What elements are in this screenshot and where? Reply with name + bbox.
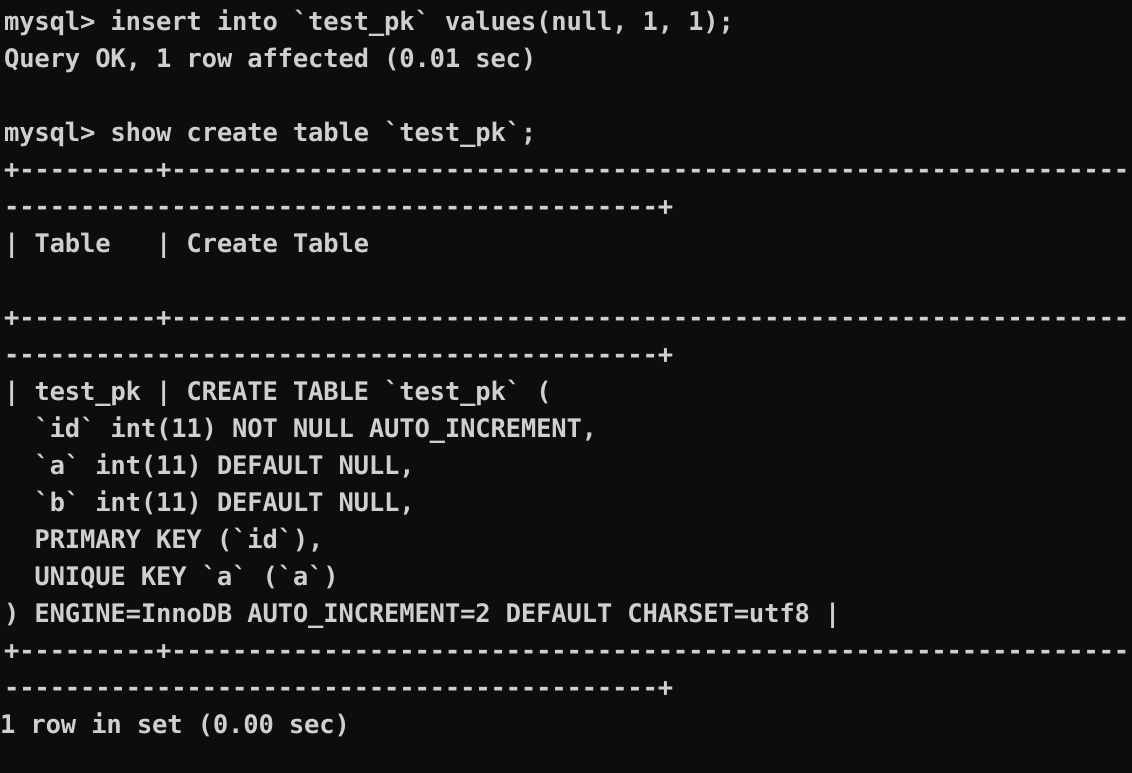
- ddl-unique-key: UNIQUE KEY `a` (`a`): [4, 559, 1132, 596]
- command-insert: mysql> insert into `test_pk` values(null…: [4, 4, 1132, 41]
- table-border-middle: +---------+-----------------------------…: [4, 300, 1132, 374]
- ddl-column-id: `id` int(11) NOT NULL AUTO_INCREMENT,: [4, 411, 1132, 448]
- blank-line-2: [4, 263, 1132, 300]
- terminal-window[interactable]: mysql> insert into `test_pk` values(null…: [0, 0, 1132, 773]
- blank-line-1: [4, 78, 1132, 115]
- table-border-bottom: +---------+-----------------------------…: [4, 633, 1132, 707]
- ddl-primary-key: PRIMARY KEY (`id`),: [4, 522, 1132, 559]
- ddl-table-options: ) ENGINE=InnoDB AUTO_INCREMENT=2 DEFAULT…: [4, 596, 1132, 633]
- table-header-row: | Table | Create Table: [4, 226, 1132, 263]
- ddl-column-b: `b` int(11) DEFAULT NULL,: [4, 485, 1132, 522]
- table-data-row-create-table: | test_pk | CREATE TABLE `test_pk` (: [4, 374, 1132, 411]
- result-insert-status: Query OK, 1 row affected (0.01 sec): [4, 41, 1132, 78]
- command-show-create-table: mysql> show create table `test_pk`;: [4, 115, 1132, 152]
- table-border-top: +---------+-----------------------------…: [4, 152, 1132, 226]
- result-select-status: 1 row in set (0.00 sec): [0, 707, 1132, 744]
- ddl-column-a: `a` int(11) DEFAULT NULL,: [4, 448, 1132, 485]
